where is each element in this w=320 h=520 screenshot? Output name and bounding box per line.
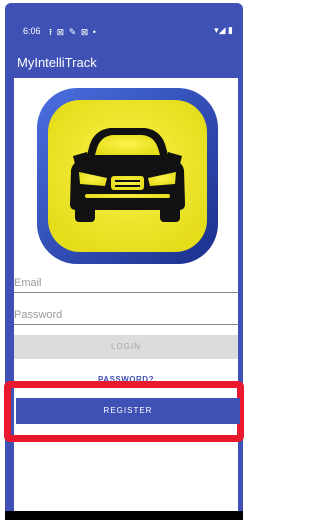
login-content: LOGIN PASSWORD? xyxy=(14,78,238,514)
register-button[interactable]: REGISTER xyxy=(16,398,240,424)
status-time: 6:06 xyxy=(23,26,41,36)
signal-battery-icons: ▾◢ ▮ xyxy=(214,25,233,35)
status-bar: 6:06 ⭱ ⊠ ✎ ⊠ • ▾◢ ▮ xyxy=(5,20,243,42)
notification-icons: ⭱ ⊠ ✎ ⊠ • xyxy=(49,27,97,37)
login-button[interactable]: LOGIN xyxy=(14,335,238,359)
car-icon xyxy=(37,88,218,264)
app-bar: MyIntelliTrack xyxy=(5,47,243,77)
app-window: 6:06 ⭱ ⊠ ✎ ⊠ • ▾◢ ▮ MyIntelliTrack Email… xyxy=(5,3,243,520)
navigation-bar xyxy=(5,511,243,520)
email-field[interactable] xyxy=(14,274,238,293)
app-title: MyIntelliTrack xyxy=(17,55,97,70)
password-field[interactable] xyxy=(14,306,238,325)
app-logo xyxy=(35,86,220,266)
